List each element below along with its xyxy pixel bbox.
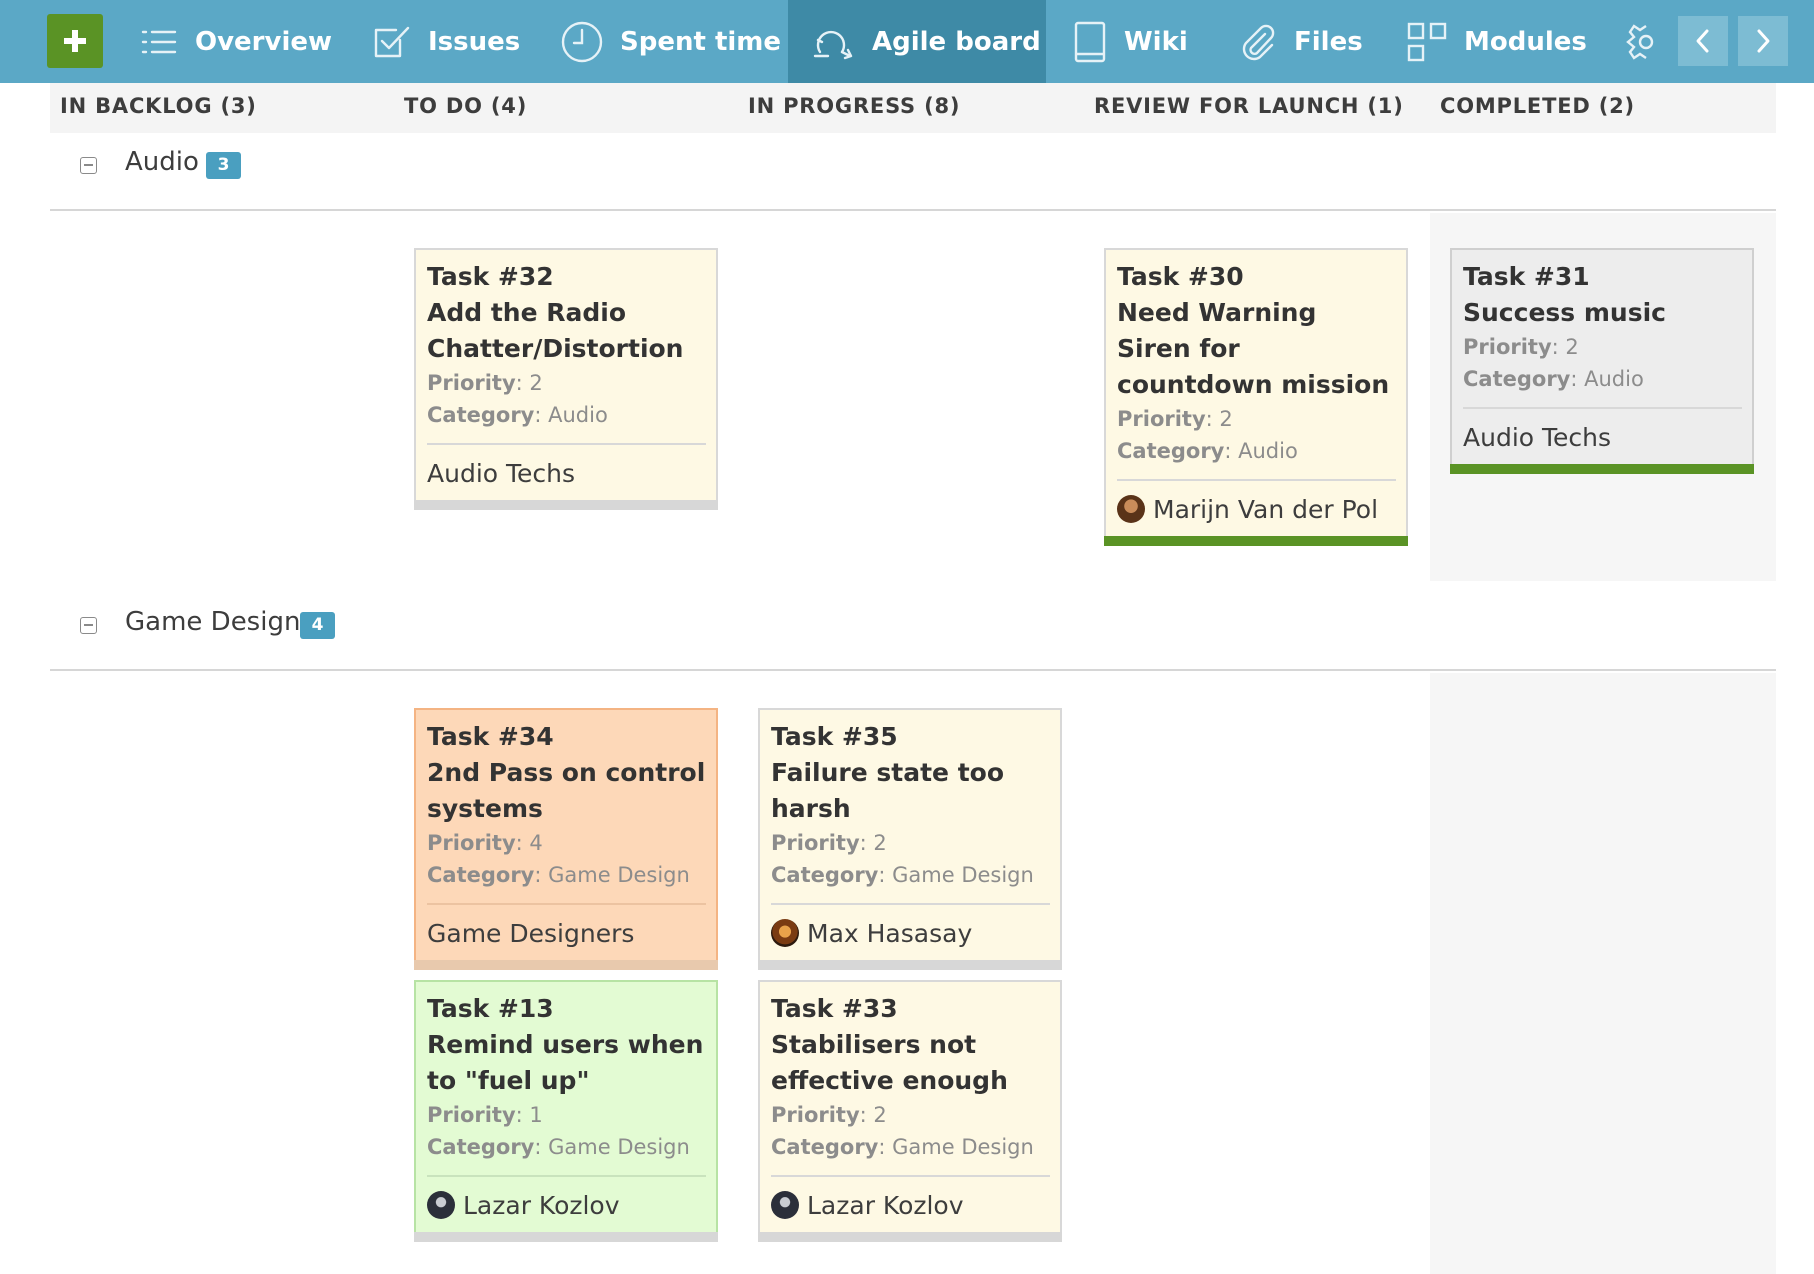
card-task-id[interactable]: Task #13 <box>427 991 706 1027</box>
swimlane-title: Audio <box>125 147 199 177</box>
column-header-todo: TO DO (4) <box>404 94 528 118</box>
card-status-bar <box>414 500 718 510</box>
clock-icon <box>561 21 603 62</box>
board-column-header: IN BACKLOG (3) TO DO (4) IN PROGRESS (8)… <box>50 83 1776 133</box>
avatar <box>771 1191 799 1219</box>
card-title[interactable]: Need Warning Siren for countdown mission <box>1117 295 1396 403</box>
project-menu-bar: Overview Issues Spent time Agile board W… <box>0 0 1814 83</box>
card-title[interactable]: 2nd Pass on control systems <box>427 755 706 827</box>
avatar <box>427 1191 455 1219</box>
tab-spent-time-label: Spent time <box>620 26 782 57</box>
issue-card[interactable]: Task #30 Need Warning Siren for countdow… <box>1104 248 1408 546</box>
card-title[interactable]: Stabilisers not effective enough <box>771 1027 1050 1099</box>
card-assignee[interactable]: Lazar Kozlov <box>771 1177 1050 1233</box>
book-icon <box>1074 21 1106 62</box>
tab-modules-label: Modules <box>1464 26 1587 57</box>
card-status-bar <box>1104 536 1408 546</box>
card-category: Category: Audio <box>427 403 608 427</box>
tab-issues-label: Issues <box>428 26 521 57</box>
swimlane-header-audio: Audio 3 <box>50 135 1776 211</box>
gear-icon <box>1626 23 1654 60</box>
tab-settings[interactable] <box>1624 0 1654 83</box>
tab-files-label: Files <box>1294 26 1363 57</box>
chevron-right-icon <box>1757 29 1770 53</box>
card-category: Category: Audio <box>1463 367 1644 391</box>
checkbox-icon <box>374 26 410 57</box>
swimlane-title: Game Design <box>125 607 301 637</box>
tab-issues[interactable]: Issues <box>372 0 520 83</box>
issue-card[interactable]: Task #34 2nd Pass on control systems Pri… <box>414 708 718 970</box>
plus-icon <box>64 30 86 52</box>
card-title[interactable]: Failure state too harsh <box>771 755 1050 827</box>
card-priority: Priority: 2 <box>771 1103 887 1127</box>
card-category: Category: Game Design <box>427 863 690 887</box>
card-task-id[interactable]: Task #31 <box>1463 259 1742 295</box>
card-task-id[interactable]: Task #33 <box>771 991 1050 1027</box>
card-assignee[interactable]: Marijn Van der Pol <box>1117 481 1396 537</box>
issue-card[interactable]: Task #32 Add the Radio Chatter/Distortio… <box>414 248 718 510</box>
paperclip-icon <box>1242 24 1275 60</box>
list-icon <box>141 30 177 53</box>
card-task-id[interactable]: Task #30 <box>1117 259 1396 295</box>
collapse-lane-toggle[interactable] <box>80 617 97 634</box>
card-task-id[interactable]: Task #35 <box>771 719 1050 755</box>
swimlane-header-game-design: Game Design 4 <box>50 595 1776 671</box>
card-status-bar <box>414 1232 718 1242</box>
column-header-backlog: IN BACKLOG (3) <box>60 94 257 118</box>
issue-card[interactable]: Task #31 Success music Priority: 2 Categ… <box>1450 248 1754 474</box>
modules-icon <box>1407 22 1447 61</box>
card-status-bar <box>1450 464 1754 474</box>
card-assignee[interactable]: Audio Techs <box>1463 409 1742 465</box>
issue-card[interactable]: Task #35 Failure state too harsh Priorit… <box>758 708 1062 970</box>
card-assignee[interactable]: Game Designers <box>427 905 706 961</box>
card-task-id[interactable]: Task #34 <box>427 719 706 755</box>
card-status-bar <box>414 960 718 970</box>
card-category: Category: Audio <box>1117 439 1298 463</box>
card-title[interactable]: Success music <box>1463 295 1742 331</box>
tab-spent-time[interactable]: Spent time <box>560 0 781 83</box>
tab-agile-board[interactable]: Agile board <box>788 0 1046 83</box>
tab-overview-label: Overview <box>195 26 333 57</box>
tab-agile-board-label: Agile board <box>872 26 1041 57</box>
card-category: Category: Game Design <box>771 863 1034 887</box>
completed-column-area <box>1430 673 1776 1274</box>
column-header-review: REVIEW FOR LAUNCH (1) <box>1094 94 1404 118</box>
collapse-lane-toggle[interactable] <box>80 157 97 174</box>
new-issue-button[interactable] <box>47 14 103 68</box>
tab-wiki-label: Wiki <box>1124 26 1188 57</box>
scroll-right-button[interactable] <box>1738 16 1788 66</box>
card-category: Category: Game Design <box>771 1135 1034 1159</box>
card-task-id[interactable]: Task #32 <box>427 259 706 295</box>
card-assignee[interactable]: Max Hasasay <box>771 905 1050 961</box>
swimlane-count-badge: 3 <box>206 152 241 179</box>
tab-wiki[interactable]: Wiki <box>1072 0 1188 83</box>
card-title[interactable]: Add the Radio Chatter/Distortion <box>427 295 706 367</box>
tab-modules[interactable]: Modules <box>1406 0 1587 83</box>
card-status-bar <box>758 1232 1062 1242</box>
agile-cycle-icon <box>813 30 853 59</box>
card-title[interactable]: Remind users when to "fuel up" <box>427 1027 706 1099</box>
avatar <box>771 919 799 947</box>
card-priority: Priority: 2 <box>427 371 543 395</box>
card-priority: Priority: 2 <box>771 831 887 855</box>
tab-files[interactable]: Files <box>1238 0 1363 83</box>
column-header-in-progress: IN PROGRESS (8) <box>748 94 961 118</box>
swimlane-count-badge: 4 <box>300 612 335 639</box>
card-assignee[interactable]: Audio Techs <box>427 445 706 501</box>
chevron-left-icon <box>1696 29 1709 53</box>
card-status-bar <box>758 960 1062 970</box>
card-priority: Priority: 2 <box>1117 407 1233 431</box>
issue-card[interactable]: Task #33 Stabilisers not effective enoug… <box>758 980 1062 1242</box>
avatar <box>1117 495 1145 523</box>
card-priority: Priority: 4 <box>427 831 543 855</box>
card-assignee[interactable]: Lazar Kozlov <box>427 1177 706 1233</box>
tab-overview[interactable]: Overview <box>139 0 332 83</box>
card-priority: Priority: 1 <box>427 1103 543 1127</box>
issue-card[interactable]: Task #13 Remind users when to "fuel up" … <box>414 980 718 1242</box>
card-category: Category: Game Design <box>427 1135 690 1159</box>
card-priority: Priority: 2 <box>1463 335 1579 359</box>
scroll-left-button[interactable] <box>1678 16 1728 66</box>
column-header-completed: COMPLETED (2) <box>1440 94 1635 118</box>
